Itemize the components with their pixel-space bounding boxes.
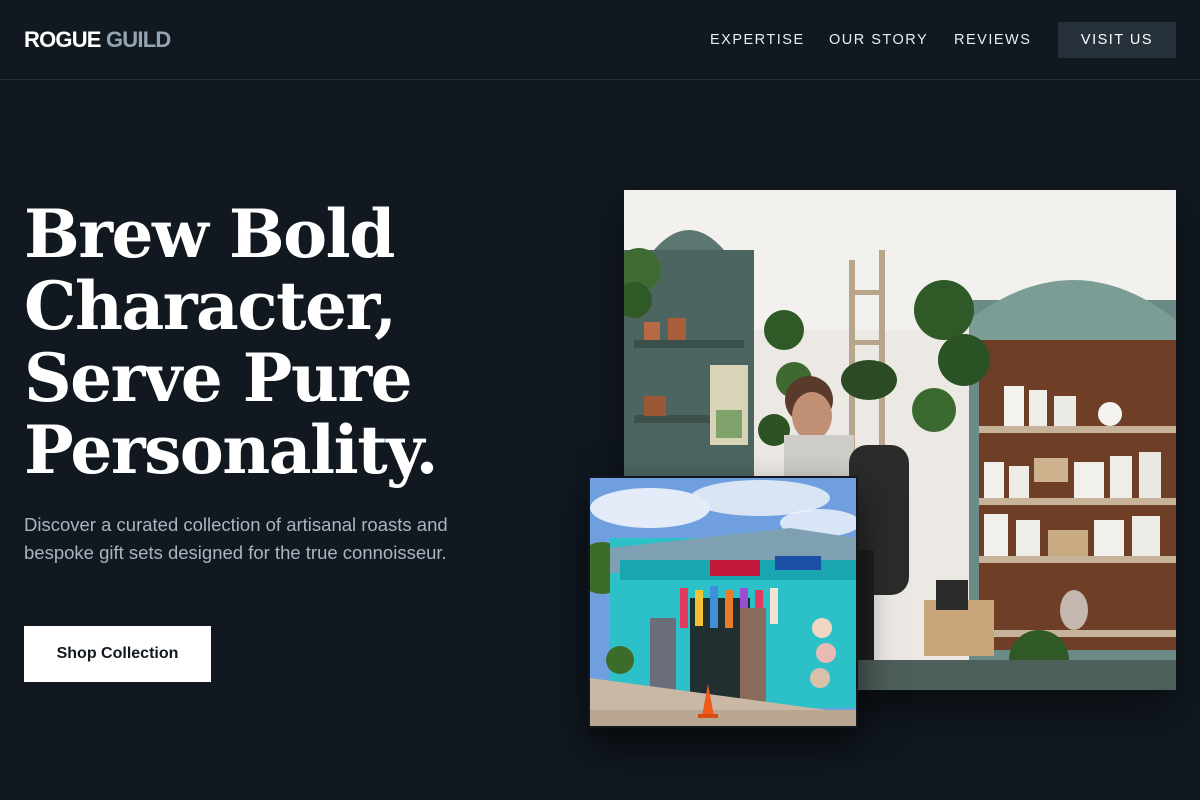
nav-link-our-story[interactable]: OUR STORY — [829, 31, 928, 49]
brand-logo[interactable]: ROGUE GUILD — [24, 27, 171, 53]
logo-secondary-text: GUILD — [106, 27, 171, 52]
site-header: ROGUE GUILD EXPERTISE OUR STORY REVIEWS … — [0, 0, 1200, 80]
logo-primary-text: ROGUE — [24, 27, 101, 52]
hero-title: Brew Bold Character, Serve Pure Personal… — [24, 198, 584, 486]
storefront-image — [588, 476, 858, 728]
hero-title-line: Serve Pure — [24, 339, 413, 417]
hero-description: Discover a curated collection of artisan… — [24, 514, 448, 563]
shop-collection-button[interactable]: Shop Collection — [24, 626, 211, 682]
hero-title-line: Brew Bold — [24, 195, 395, 273]
hero-title-line: Character, — [24, 267, 397, 345]
visit-us-button[interactable]: VISIT US — [1058, 22, 1176, 58]
nav-link-expertise[interactable]: EXPERTISE — [710, 31, 805, 49]
nav-link-reviews[interactable]: REVIEWS — [954, 31, 1031, 49]
hero-title-line: Personality. — [24, 411, 438, 489]
storefront-illustration — [590, 478, 856, 726]
